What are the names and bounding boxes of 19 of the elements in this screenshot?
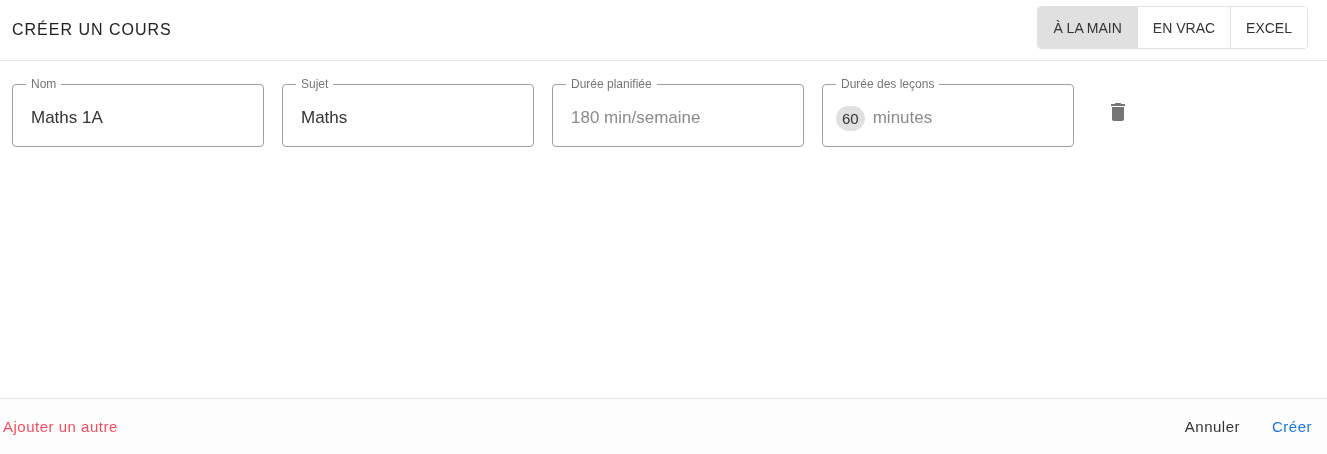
input-field[interactable]: Nom Maths 1A (12, 77, 264, 147)
field-input[interactable]: Maths 1A (26, 108, 250, 128)
input-field[interactable]: Sujet Maths (282, 77, 534, 147)
delete-icon[interactable] (1110, 103, 1126, 121)
mode-toggle[interactable]: À LA MAIN (1038, 7, 1137, 48)
field-label: Durée des leçons (840, 77, 936, 91)
field-input[interactable]: 180 min/semaine (566, 108, 790, 128)
cancel-button[interactable]: Annuler (1184, 414, 1240, 439)
create-button[interactable]: Créer (1272, 414, 1312, 439)
field-label: Durée planifiée (570, 77, 653, 91)
value-chip: 60 (836, 105, 865, 131)
field-input[interactable]: minutes (872, 108, 1060, 128)
dialog-title: CRÉER UN COURS (12, 21, 173, 39)
field-input[interactable]: Maths (296, 108, 520, 128)
input-field[interactable]: Durée des leçons 60 minutes (822, 77, 1074, 147)
mode-toggle[interactable]: EXCEL (1230, 7, 1307, 48)
input-field[interactable]: Durée planifiée 180 min/semaine (552, 77, 804, 147)
field-label: Nom (30, 77, 58, 91)
field-label: Sujet (300, 77, 330, 91)
